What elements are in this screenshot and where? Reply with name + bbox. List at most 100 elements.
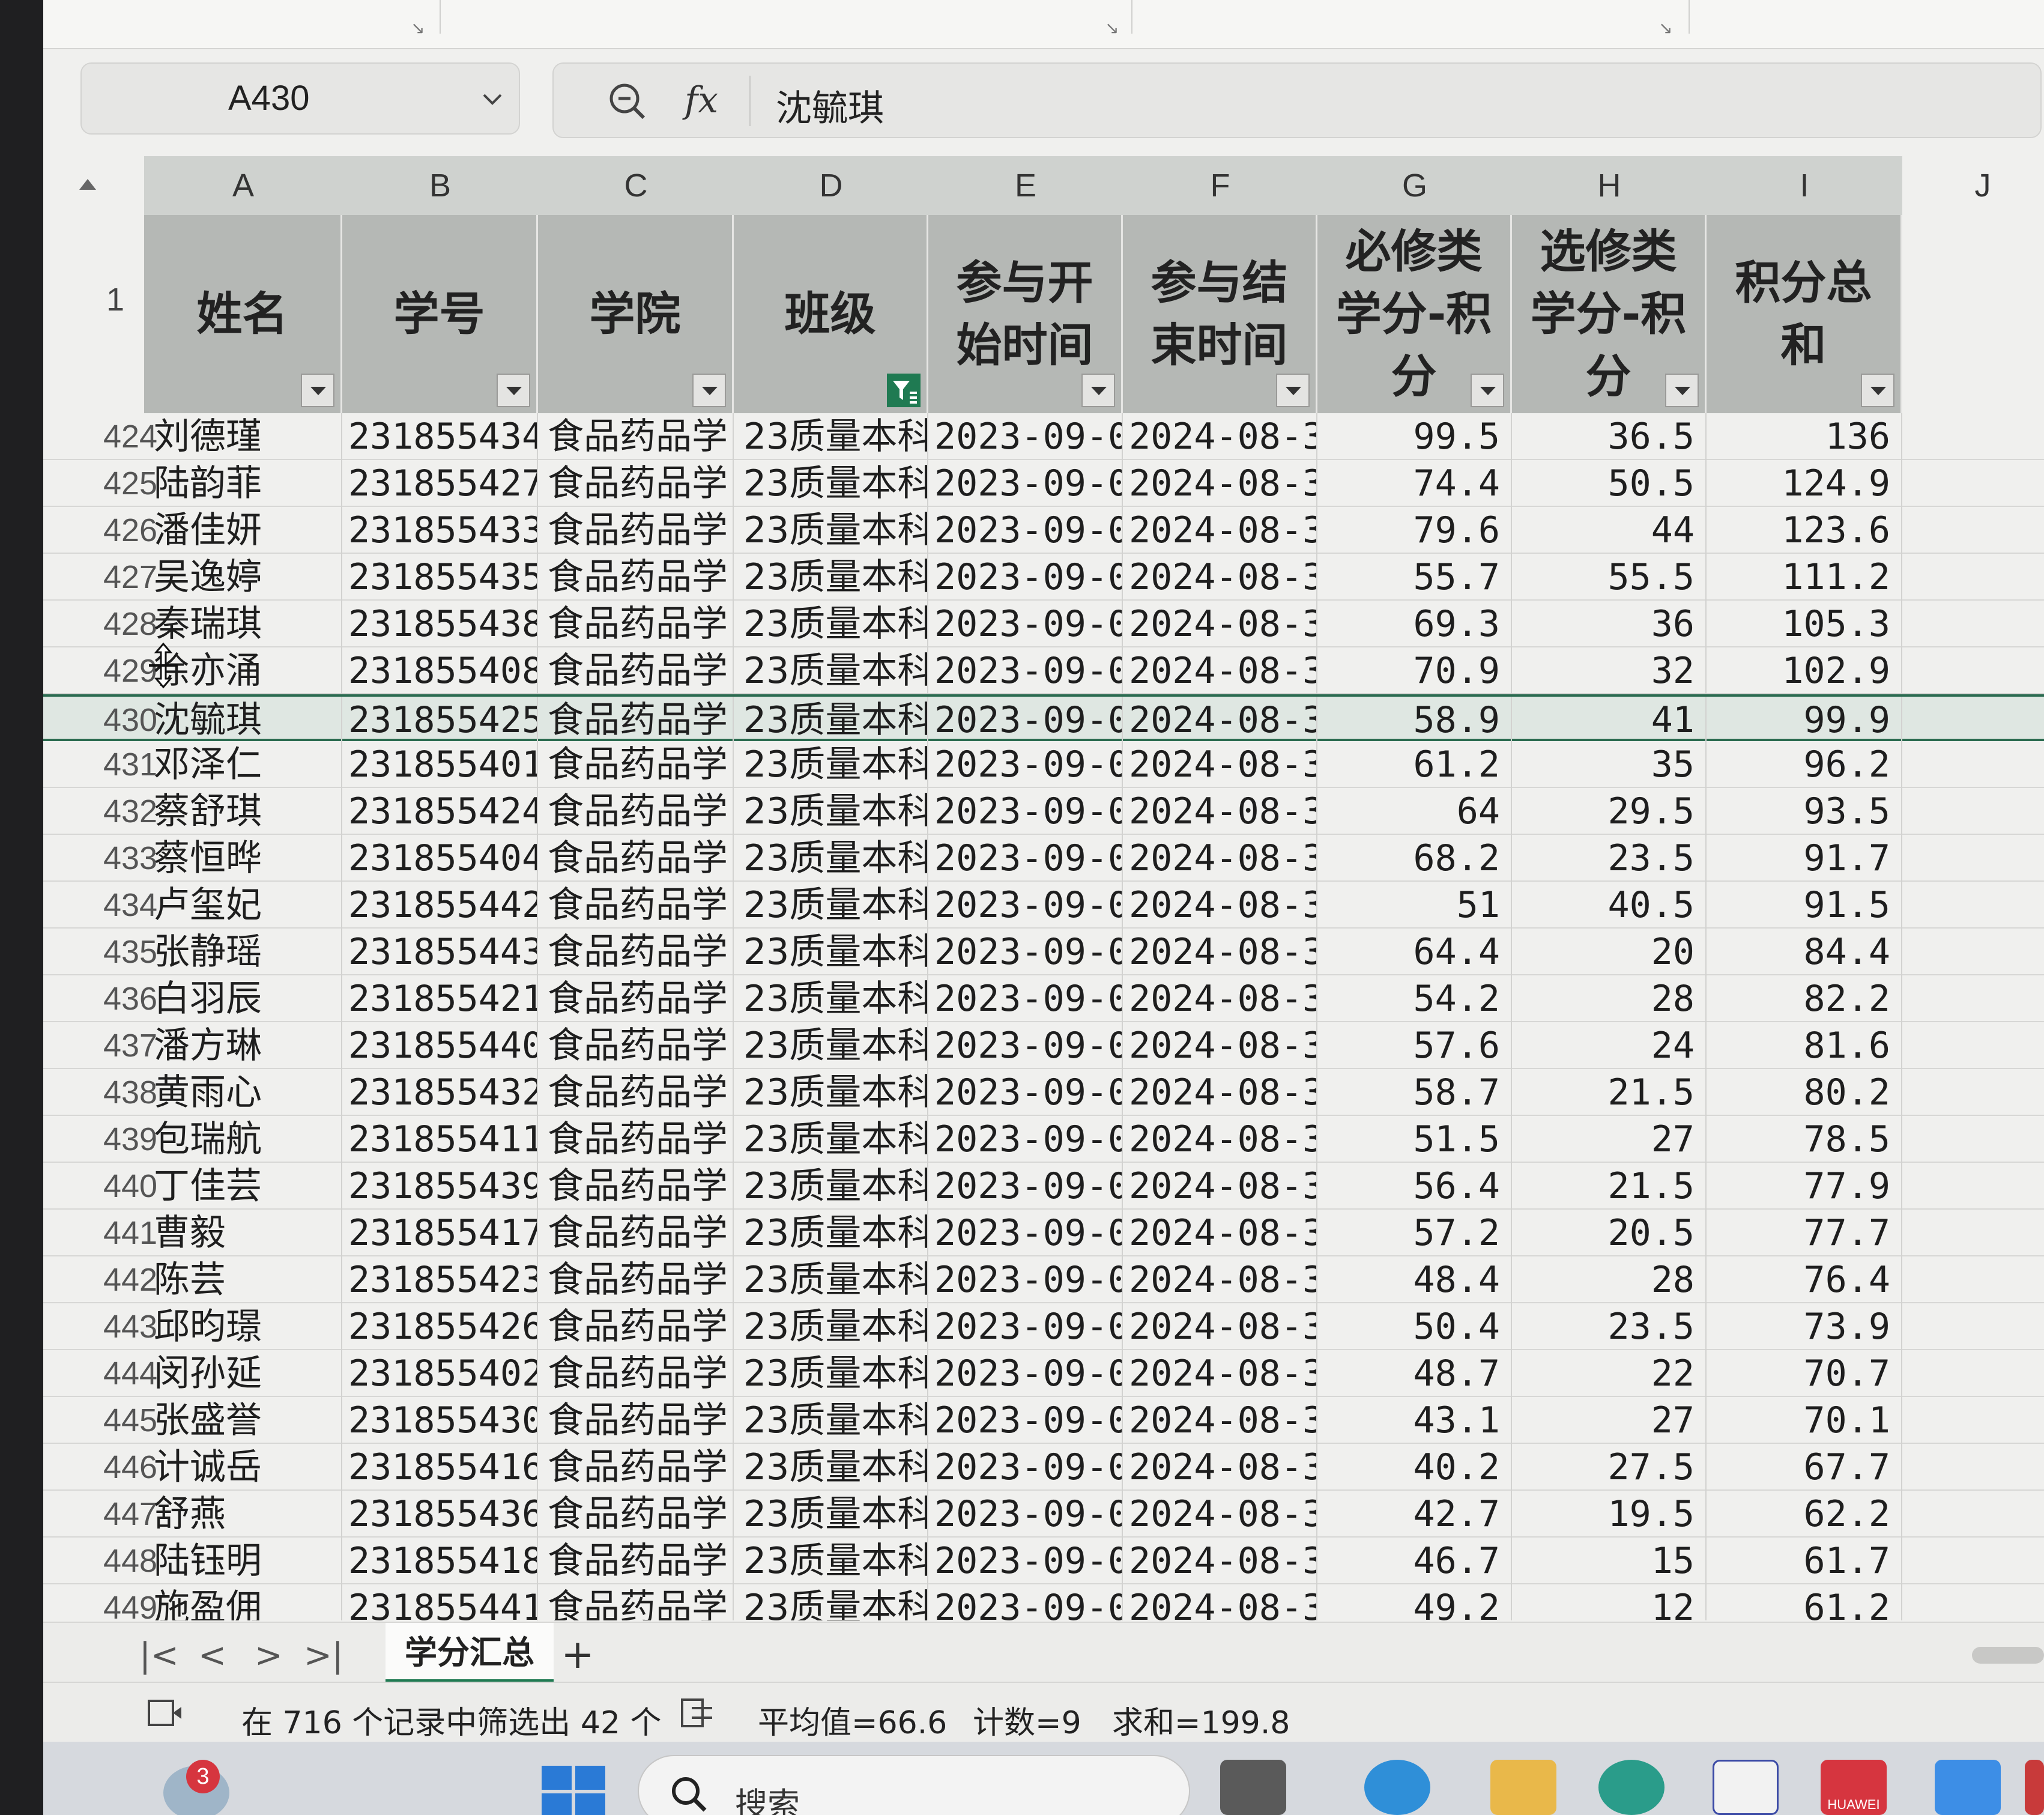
column-header-b[interactable]: B (342, 156, 538, 215)
table-cell-start[interactable]: 2023-09-0 (928, 1491, 1123, 1538)
table-cell-h[interactable]: 23.5 (1512, 835, 1707, 882)
table-cell-end[interactable]: 2024-08-3 (1123, 1069, 1317, 1116)
table-cell-h[interactable]: 40.5 (1512, 882, 1707, 929)
table-cell-g[interactable]: 58.7 (1317, 1069, 1512, 1116)
table-cell-class[interactable]: 23质量本科 (734, 1069, 928, 1116)
table-cell-h[interactable]: 35 (1512, 741, 1707, 788)
table-cell-h[interactable]: 28 (1512, 975, 1707, 1022)
table-cell-h[interactable]: 15 (1512, 1538, 1707, 1584)
table-cell-i[interactable]: 91.7 (1707, 835, 1902, 882)
table-row[interactable]: 436 白羽辰 231855421 食品药品学 23质量本科 2023-09-0 2024-… (43, 975, 2044, 1022)
table-row[interactable]: 429 徐亦涌 231855408 食品药品学 23质量本科 2023-09-0 2024-… (43, 647, 2044, 694)
table-cell-college[interactable]: 食品药品学 (538, 1584, 734, 1620)
table-cell-h[interactable]: 20 (1512, 929, 1707, 975)
table-cell-class[interactable]: 23质量本科 (734, 835, 928, 882)
table-cell-college[interactable]: 食品药品学 (538, 554, 734, 601)
table-cell-id[interactable]: 231855424 (342, 788, 538, 835)
table-cell-id[interactable]: 231855439 (342, 1163, 538, 1210)
table-row[interactable]: 425 陆韵菲 231855427 食品药品学 23质量本科 2023-09-0 2024-… (43, 460, 2044, 507)
table-row[interactable]: 428 秦瑞琪 231855438 食品药品学 23质量本科 2023-09-0 2024-… (43, 601, 2044, 647)
table-cell-college[interactable]: 食品药品学 (538, 1538, 734, 1584)
table-cell-start[interactable]: 2023-09-0 (928, 647, 1123, 694)
table-cell-end[interactable]: 2024-08-3 (1123, 835, 1317, 882)
table-cell-class[interactable]: 23质量本科 (734, 1022, 928, 1069)
table-cell-g[interactable]: 57.6 (1317, 1022, 1512, 1069)
zoom-out-icon[interactable] (606, 80, 647, 121)
prev-sheet-button[interactable]: < (198, 1636, 226, 1675)
taskbar-search[interactable]: 搜索 (638, 1755, 1190, 1815)
column-header-c[interactable]: C (538, 156, 734, 215)
header-cell[interactable]: 学院 (538, 215, 734, 413)
table-row[interactable]: 434 卢玺妃 231855442 食品药品学 23质量本科 2023-09-0 2024-… (43, 882, 2044, 929)
table-cell-id[interactable]: 231855426 (342, 1303, 538, 1350)
edge-browser-icon[interactable] (1364, 1760, 1430, 1815)
table-cell-name[interactable]: 陈芸 (144, 1256, 342, 1303)
table-cell-i[interactable]: 81.6 (1707, 1022, 1902, 1069)
table-row[interactable]: 427 吴逸婷 231855435 食品药品学 23质量本科 2023-09-0 2024-… (43, 554, 2044, 601)
table-cell-i[interactable]: 93.5 (1707, 788, 1902, 835)
table-cell-id[interactable]: 231855418 (342, 1538, 538, 1584)
table-cell-start[interactable]: 2023-09-0 (928, 1069, 1123, 1116)
table-cell-id[interactable]: 231855416 (342, 1444, 538, 1491)
column-header-h[interactable]: H (1512, 156, 1707, 215)
table-cell-name[interactable]: 秦瑞琪 (144, 601, 342, 647)
table-row[interactable]: 431 邓泽仁 231855401 食品药品学 23质量本科 2023-09-0 2024-… (43, 741, 2044, 788)
formula-input[interactable]: fx 沈毓琪 (552, 62, 2042, 138)
table-row[interactable]: 432 蔡舒琪 231855424 食品药品学 23质量本科 2023-09-0 2024-… (43, 788, 2044, 835)
table-row[interactable]: 435 张静瑶 231855443 食品药品学 23质量本科 2023-09-0 2024-… (43, 929, 2044, 975)
table-cell-name[interactable]: 卢玺妃 (144, 882, 342, 929)
table-cell-g[interactable]: 42.7 (1317, 1491, 1512, 1538)
table-cell-g[interactable]: 68.2 (1317, 835, 1512, 882)
task-view-icon[interactable] (1220, 1760, 1286, 1815)
table-cell-i[interactable]: 124.9 (1707, 460, 1902, 507)
table-cell-g[interactable]: 54.2 (1317, 975, 1512, 1022)
table-cell-start[interactable]: 2023-09-0 (928, 697, 1123, 744)
table-cell-class[interactable]: 23质量本科 (734, 1538, 928, 1584)
filter-dropdown-icon[interactable] (497, 374, 530, 407)
table-cell-start[interactable]: 2023-09-0 (928, 975, 1123, 1022)
table-cell-start[interactable]: 2023-09-0 (928, 1022, 1123, 1069)
table-cell-id[interactable]: 231855425 (342, 697, 538, 744)
table-cell-i[interactable]: 96.2 (1707, 741, 1902, 788)
table-cell-name[interactable]: 闵孙延 (144, 1350, 342, 1397)
table-cell-i[interactable]: 77.9 (1707, 1163, 1902, 1210)
table-cell-i[interactable]: 61.7 (1707, 1538, 1902, 1584)
table-cell-class[interactable]: 23质量本科 (734, 1584, 928, 1620)
table-cell-g[interactable]: 57.2 (1317, 1210, 1512, 1256)
table-cell-end[interactable]: 2024-08-3 (1123, 601, 1317, 647)
column-header-d[interactable]: D (734, 156, 928, 215)
table-row[interactable]: 433 蔡恒晔 231855404 食品药品学 23质量本科 2023-09-0 2024-… (43, 835, 2044, 882)
table-cell-college[interactable]: 食品药品学 (538, 1256, 734, 1303)
column-header-e[interactable]: E (928, 156, 1123, 215)
table-cell-name[interactable]: 曹毅 (144, 1210, 342, 1256)
table-cell-h[interactable]: 41 (1512, 697, 1707, 744)
table-cell-g[interactable]: 48.4 (1317, 1256, 1512, 1303)
table-cell-g[interactable]: 58.9 (1317, 697, 1512, 744)
table-cell-class[interactable]: 23质量本科 (734, 882, 928, 929)
table-cell-class[interactable]: 23质量本科 (734, 601, 928, 647)
table-cell-end[interactable]: 2024-08-3 (1123, 788, 1317, 835)
filter-dropdown-icon[interactable] (692, 374, 726, 407)
filter-dropdown-icon[interactable] (1471, 374, 1504, 407)
table-cell-college[interactable]: 食品药品学 (538, 788, 734, 835)
table-cell-name[interactable]: 施盈佣 (144, 1584, 342, 1620)
table-cell-i[interactable]: 105.3 (1707, 601, 1902, 647)
table-cell-id[interactable]: 231855440 (342, 1022, 538, 1069)
table-cell-class[interactable]: 23质量本科 (734, 697, 928, 744)
table-cell-start[interactable]: 2023-09-0 (928, 1538, 1123, 1584)
table-cell-g[interactable]: 79.6 (1317, 507, 1512, 554)
next-sheet-button[interactable]: > (255, 1636, 283, 1675)
header-cell[interactable]: 选修类 学分-积分 (1512, 215, 1707, 413)
table-cell-id[interactable]: 231855434 (342, 413, 538, 460)
table-cell-class[interactable]: 23质量本科 (734, 1491, 928, 1538)
table-cell-end[interactable]: 2024-08-3 (1123, 1303, 1317, 1350)
table-cell-i[interactable]: 76.4 (1707, 1256, 1902, 1303)
table-cell-h[interactable]: 12 (1512, 1584, 1707, 1620)
status-count[interactable]: 计数=9 (973, 1697, 1081, 1742)
table-cell-id[interactable]: 231855442 (342, 882, 538, 929)
table-cell-g[interactable]: 64.4 (1317, 929, 1512, 975)
file-explorer-icon[interactable] (1490, 1760, 1556, 1815)
column-header-a[interactable]: A (144, 156, 342, 215)
table-cell-i[interactable]: 61.2 (1707, 1584, 1902, 1620)
filter-dropdown-icon[interactable] (1665, 374, 1699, 407)
